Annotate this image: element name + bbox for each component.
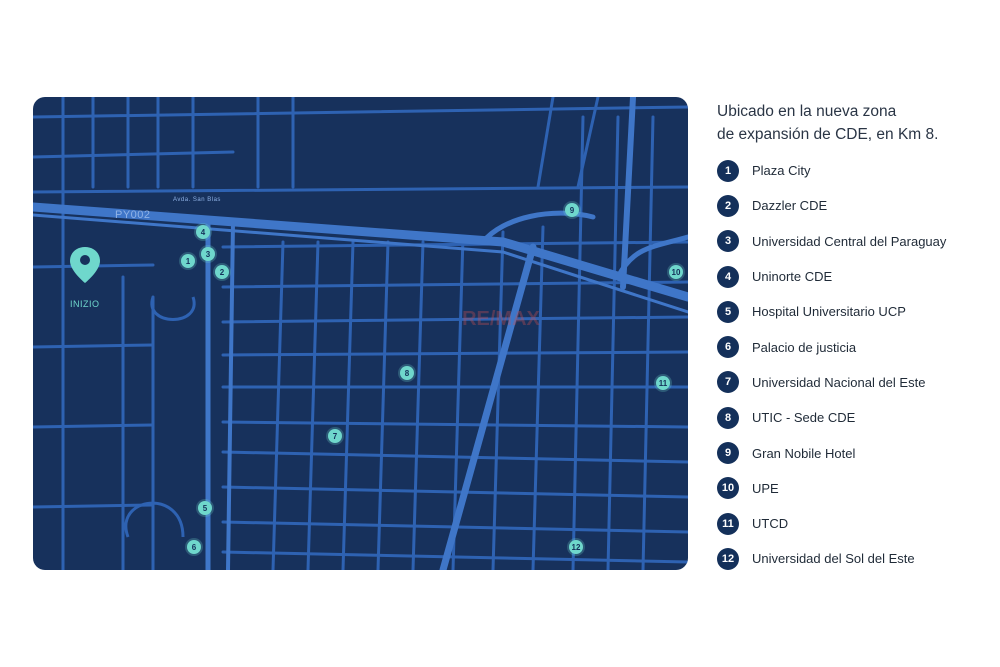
legend-label: Universidad Nacional del Este: [752, 374, 926, 390]
heading-line-2: de expansión de CDE, en Km 8.: [717, 126, 939, 143]
map-marker-5[interactable]: 5: [198, 501, 212, 515]
map-marker-11[interactable]: 11: [656, 376, 670, 390]
legend-label: Universidad del Sol del Este: [752, 551, 915, 567]
street-grid: [33, 97, 688, 570]
legend-item-1[interactable]: 1 Plaza City: [717, 153, 987, 188]
map-marker-12[interactable]: 12: [569, 540, 583, 554]
legend-number: 10: [717, 477, 739, 500]
legend-item-8[interactable]: 8 UTIC - Sede CDE: [717, 400, 987, 435]
legend-label: Dazzler CDE: [752, 198, 828, 214]
legend-label: UPE: [752, 480, 779, 496]
legend-label: Palacio de justicia: [752, 339, 857, 355]
legend-item-12[interactable]: 12 Universidad del Sol del Este: [717, 541, 987, 576]
legend-label: Gran Nobile Hotel: [752, 445, 856, 461]
legend-panel: Ubicado en la nueva zona de expansión de…: [717, 100, 987, 577]
legend-number: 8: [717, 406, 739, 429]
legend-item-10[interactable]: 10 UPE: [717, 471, 987, 506]
legend-label: Plaza City: [752, 163, 811, 179]
legend-label: UTIC - Sede CDE: [752, 410, 856, 426]
map-marker-10[interactable]: 10: [669, 265, 683, 279]
avenue-label: Avda. San Blas: [173, 197, 221, 203]
inizio-pin: [70, 247, 100, 283]
map-marker-6[interactable]: 6: [187, 540, 201, 554]
legend-number: 4: [717, 265, 739, 288]
legend-number: 5: [717, 300, 739, 323]
legend-item-7[interactable]: 7 Universidad Nacional del Este: [717, 365, 987, 400]
map-marker-2[interactable]: 2: [215, 265, 229, 279]
map-marker-9[interactable]: 9: [565, 203, 579, 217]
legend-number: 9: [717, 442, 739, 465]
legend-number: 11: [717, 512, 739, 535]
watermark: RE/MAX: [462, 308, 540, 330]
map-marker-3[interactable]: 3: [201, 247, 215, 261]
inizio-label: INIZIO: [70, 299, 100, 309]
legend-label: Uninorte CDE: [752, 269, 833, 285]
legend-item-11[interactable]: 11 UTCD: [717, 506, 987, 541]
legend-number: 3: [717, 230, 739, 253]
heading-line-1: Ubicado en la nueva zona: [717, 103, 897, 120]
road-label: PY002: [115, 209, 151, 221]
map-marker-7[interactable]: 7: [328, 429, 342, 443]
legend-label: UTCD: [752, 516, 789, 532]
map[interactable]: PY002 Avda. San Blas INIZIO RE/MAX 1 2 3…: [33, 97, 688, 570]
legend-item-2[interactable]: 2 Dazzler CDE: [717, 188, 987, 223]
map-marker-1[interactable]: 1: [181, 254, 195, 268]
legend-label: Hospital Universitario UCP: [752, 304, 906, 320]
legend-item-6[interactable]: 6 Palacio de justicia: [717, 329, 987, 364]
map-marker-4[interactable]: 4: [196, 225, 210, 239]
legend-item-9[interactable]: 9 Gran Nobile Hotel: [717, 435, 987, 470]
legend-number: 7: [717, 371, 739, 394]
legend-number: 6: [717, 336, 739, 359]
map-marker-8[interactable]: 8: [400, 366, 414, 380]
legend-item-3[interactable]: 3 Universidad Central del Paraguay: [717, 224, 987, 259]
legend-number: 12: [717, 547, 739, 570]
legend-item-5[interactable]: 5 Hospital Universitario UCP: [717, 294, 987, 329]
legend-list: 1 Plaza City 2 Dazzler CDE 3 Universidad Ce…: [717, 153, 987, 577]
legend-item-4[interactable]: 4 Uninorte CDE: [717, 259, 987, 294]
legend-number: 1: [717, 159, 739, 182]
legend-label: Universidad Central del Paraguay: [752, 233, 947, 249]
legend-number: 2: [717, 194, 739, 217]
legend-heading: Ubicado en la nueva zona de expansión de…: [717, 100, 987, 146]
